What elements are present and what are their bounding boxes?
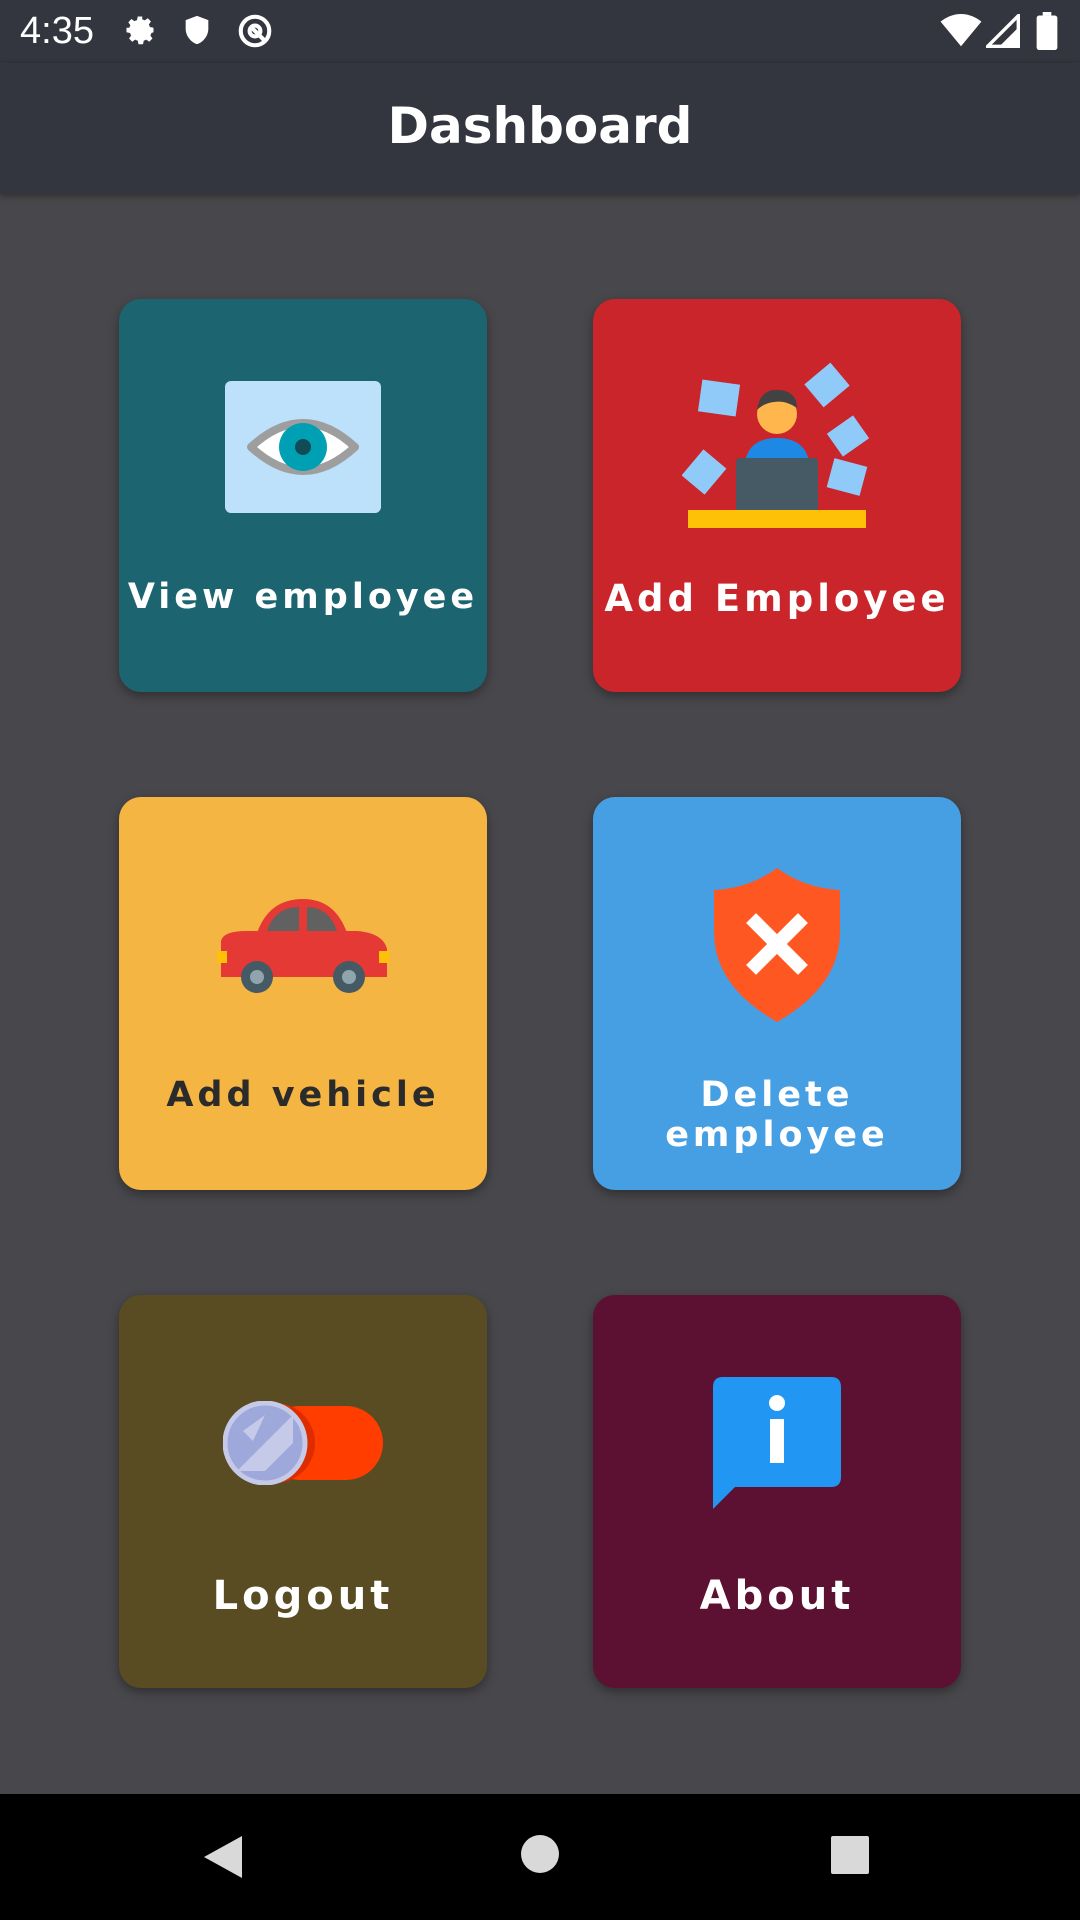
navigation-bar [0, 1794, 1080, 1920]
battery-icon [1036, 12, 1058, 54]
status-bar: 4:35 [0, 0, 1080, 63]
at-sign-icon [236, 12, 274, 54]
home-icon[interactable] [520, 1834, 560, 1878]
logout-card[interactable]: Logout [119, 1295, 487, 1688]
shield-icon [180, 12, 214, 52]
card-label: Delete employee [665, 1075, 889, 1155]
signal-icon [983, 11, 1020, 52]
card-label: Logout [212, 1573, 394, 1619]
about-card[interactable]: About [593, 1295, 961, 1688]
add-vehicle-card[interactable]: Add vehicle [119, 797, 487, 1190]
shield-x-icon [593, 865, 961, 1025]
gear-icon [122, 12, 158, 52]
back-icon[interactable] [202, 1834, 244, 1884]
eye-icon [119, 367, 487, 527]
employee-desk-icon [593, 362, 961, 528]
page-title: Dashboard [387, 97, 693, 155]
status-time: 4:35 [20, 10, 94, 52]
card-label: About [699, 1573, 855, 1619]
toggle-icon [119, 1363, 487, 1523]
car-icon [119, 865, 487, 1025]
dashboard-grid: View employee Add Employee Add vehicle D… [0, 194, 1080, 1794]
wifi-icon [940, 14, 982, 52]
info-chat-icon [593, 1363, 961, 1523]
add-employee-card[interactable]: Add Employee [593, 299, 961, 692]
card-label: View employee [127, 577, 479, 617]
card-label: Add vehicle [166, 1075, 440, 1115]
delete-employee-card[interactable]: Delete employee [593, 797, 961, 1190]
app-bar: Dashboard [0, 63, 1080, 194]
view-employee-card[interactable]: View employee [119, 299, 487, 692]
recents-icon[interactable] [830, 1835, 870, 1879]
card-label: Add Employee [604, 577, 950, 620]
